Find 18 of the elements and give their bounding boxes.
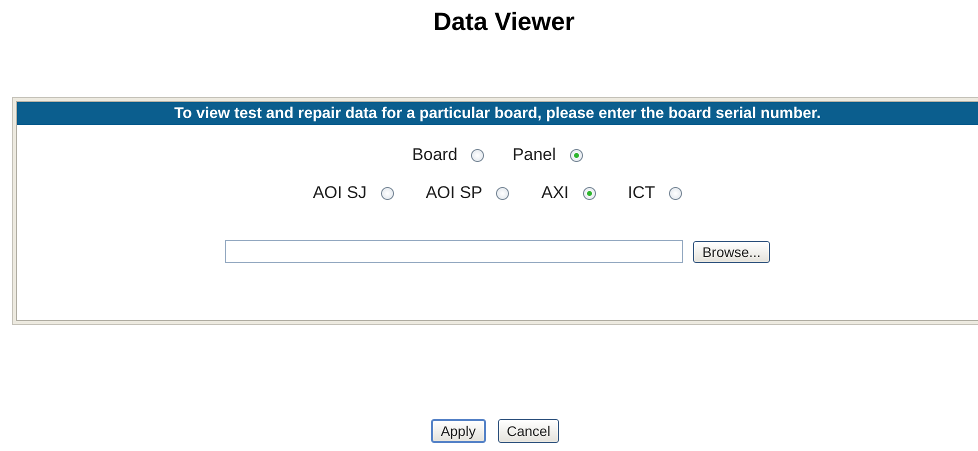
radio-button[interactable] bbox=[669, 186, 682, 200]
radio-button[interactable] bbox=[570, 148, 583, 162]
option-label: AOI SP bbox=[426, 183, 482, 203]
radio-button[interactable] bbox=[496, 186, 510, 200]
option-label: Board bbox=[412, 145, 458, 165]
cancel-button[interactable]: Cancel bbox=[498, 419, 560, 443]
browse-button[interactable]: Browse... bbox=[693, 240, 770, 262]
option-label: ICT bbox=[628, 183, 656, 203]
radio-button[interactable] bbox=[582, 186, 596, 200]
page-title: Data Viewer bbox=[432, 8, 575, 37]
radio-button[interactable] bbox=[471, 148, 484, 162]
option-label: AXI bbox=[541, 183, 569, 203]
apply-button[interactable]: Apply bbox=[430, 419, 486, 443]
panel-header: To view test and repair data for a particular board, please enter the board serial number. bbox=[17, 102, 978, 125]
option-label: Panel bbox=[512, 145, 556, 165]
radio-button[interactable] bbox=[380, 186, 394, 200]
serial-number-field[interactable] bbox=[225, 240, 684, 263]
option-label: AOI SJ bbox=[312, 183, 367, 203]
